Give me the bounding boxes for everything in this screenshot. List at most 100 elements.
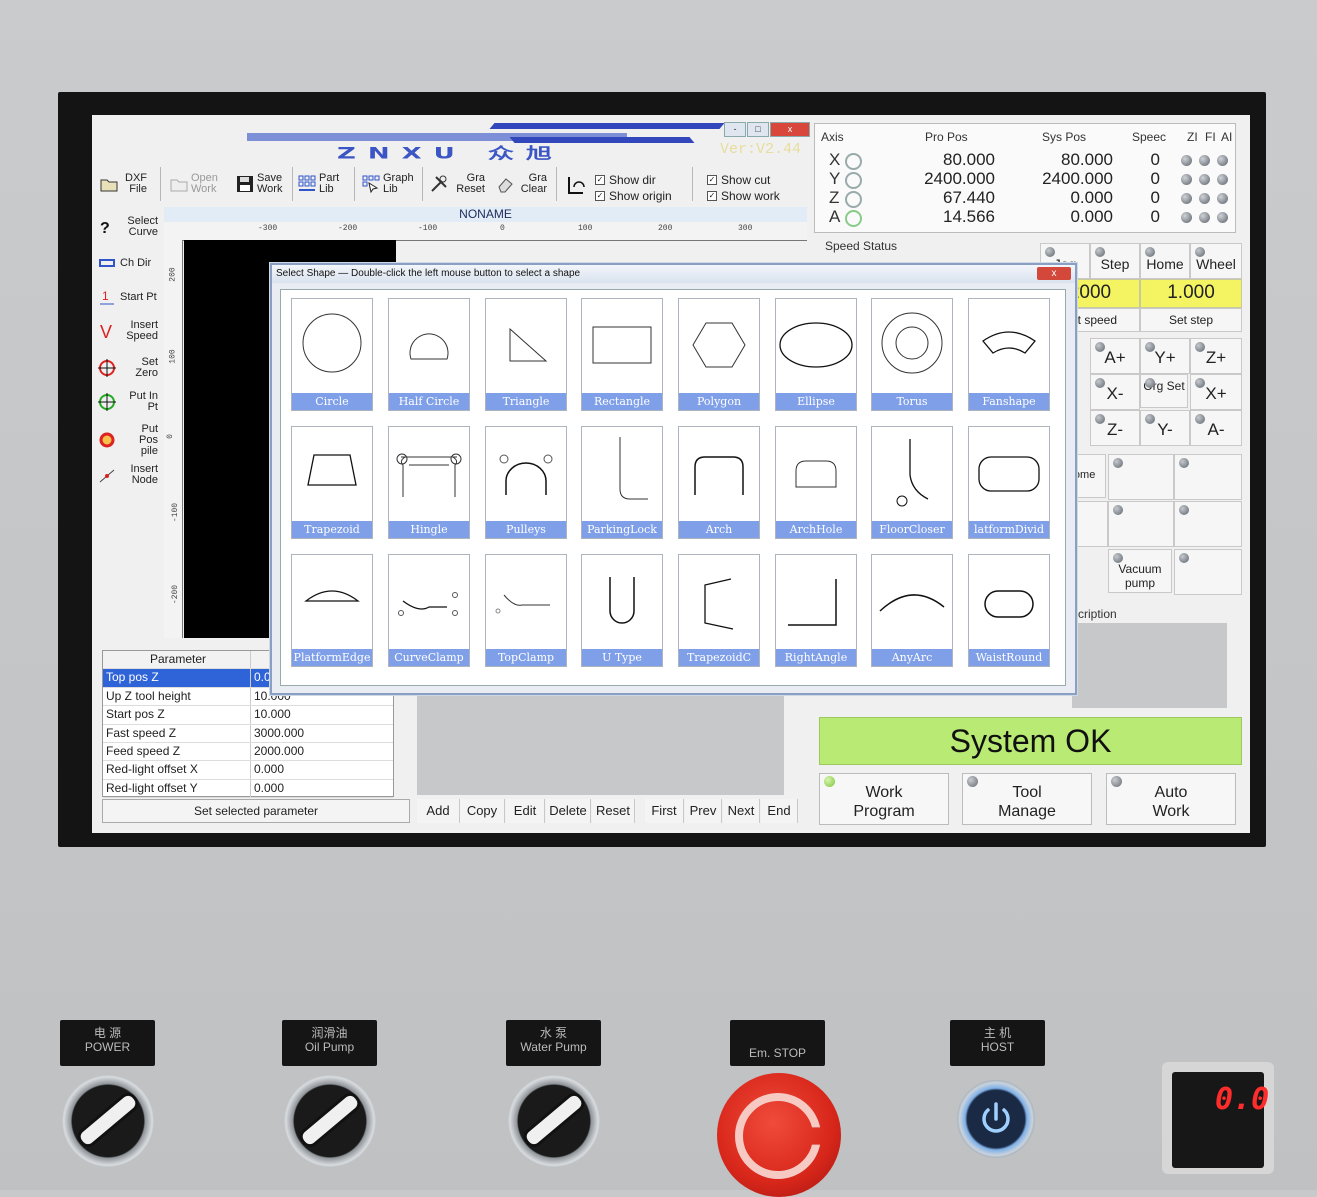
jog-a-plus-button[interactable]: A+ [1090,338,1140,374]
table-row[interactable]: Red-light offset Y 0.000 [103,779,393,799]
end-button[interactable]: End [761,799,798,823]
start-point-button[interactable]: 1 Start Pt [98,281,158,313]
step-mode-button[interactable]: Step [1090,243,1140,279]
shape-rectangle[interactable]: Rectangle [581,298,663,411]
jog-y-plus-button[interactable]: Y+ [1140,338,1190,374]
maximize-button[interactable]: □ [747,122,769,137]
home-mode-button[interactable]: Home [1140,243,1190,279]
shape-topclamp[interactable]: TopClamp [485,554,567,667]
auto-work-button[interactable]: Auto Work [1106,773,1236,825]
jog-z-plus-button[interactable]: Z+ [1190,338,1242,374]
anyarc-shape-icon [879,594,945,612]
work-program-button[interactable]: Work Program [819,773,949,825]
jog-x-minus-button[interactable]: X- [1090,374,1140,410]
shape-hingle[interactable]: Hingle [388,426,470,539]
shape-torus[interactable]: Torus [871,298,953,411]
jog-y-minus-button[interactable]: Y- [1140,410,1190,446]
put-pos-pile-button[interactable]: Put Pos pile [98,423,158,456]
shape-floorcloser[interactable]: FloorCloser [871,426,953,539]
shape-circle[interactable]: Circle [291,298,373,411]
shape-archhole[interactable]: ArchHole [775,426,857,539]
shape-arch[interactable]: Arch [678,426,760,539]
insert-node-button[interactable]: Insert Node [98,459,158,491]
copy-button[interactable]: Copy [460,799,505,823]
rotary-knob[interactable] [508,1075,600,1167]
shape-fanshape[interactable]: Fanshape [968,298,1050,411]
function-button-6[interactable] [1174,501,1242,547]
jog-z-minus-button[interactable]: Z- [1090,410,1140,446]
shape-u-type[interactable]: U Type [581,554,663,667]
shape-platformdivid[interactable]: latformDivid [968,426,1050,539]
reset-button[interactable]: Reset [592,799,635,823]
table-row[interactable]: Red-light offset X 0.000 [103,761,393,780]
add-button[interactable]: Add [417,799,460,823]
shape-platformedge[interactable]: PlatformEdge [291,554,373,667]
change-dir-button[interactable]: Ch Dir [98,247,158,279]
shape-ellipse[interactable]: Ellipse [775,298,857,411]
select-curve-button[interactable]: ? Select Curve [98,211,158,243]
part-lib-button[interactable]: Part Lib [298,167,343,201]
topclamp-shape-icon [495,594,550,614]
vacuum-pump-button[interactable]: Vacuum pump [1108,549,1172,593]
set-parameter-button[interactable]: Set selected parameter [102,799,410,823]
tool-manage-button[interactable]: Tool Manage [962,773,1092,825]
show-origin-checkbox[interactable]: ✓ Show origin [595,189,672,203]
table-row[interactable]: Fast speed Z 3000.000 [103,724,393,743]
floppy-icon [237,176,253,192]
shape-trapezoidc[interactable]: TrapezoidC [678,554,760,667]
rotary-knob[interactable] [62,1075,154,1167]
power-switch[interactable]: 电 源 POWER [60,1020,155,1190]
graph-lib-button[interactable]: Graph Lib [362,167,415,201]
delete-button[interactable]: Delete [546,799,591,823]
edit-button[interactable]: Edit [506,799,545,823]
show-cut-checkbox[interactable]: ✓ Show cut [707,173,770,187]
status-led [1181,174,1192,185]
show-work-checkbox[interactable]: ✓ Show work [707,189,780,203]
prev-button[interactable]: Prev [685,799,722,823]
water-pump-switch[interactable]: 水 泵 Water Pump [506,1020,601,1190]
meter-reading: 0.0 [1215,1082,1270,1117]
show-dir-checkbox[interactable]: ✓ Show dir [595,173,656,187]
open-work-button[interactable]: Open Work [170,167,223,201]
shape-waistround[interactable]: WaistRound [968,554,1050,667]
shape-triangle[interactable]: Triangle [485,298,567,411]
set-zero-button[interactable]: Set Zero [98,352,158,384]
path-direction-icon[interactable] [566,173,588,197]
jog-x-plus-button[interactable]: X+ [1190,374,1242,410]
shape-polygon[interactable]: Polygon [678,298,760,411]
status-led [1217,174,1228,185]
step-value-field[interactable]: 1.000 [1140,279,1242,308]
first-button[interactable]: First [645,799,684,823]
table-row[interactable]: Feed speed Z 2000.000 [103,742,393,762]
dxf-file-button[interactable]: DXF File [100,167,147,201]
gra-clear-button[interactable]: Gra Clear [496,167,547,201]
save-work-button[interactable]: Save Work [236,167,287,201]
shape-curveclamp[interactable]: CurveClamp [388,554,470,667]
circle-shape-icon [302,313,362,373]
set-step-button[interactable]: Set step [1140,308,1242,332]
fanshape-shape-icon [982,331,1036,354]
function-button-3[interactable] [1174,454,1242,500]
function-button-5[interactable] [1108,501,1174,547]
next-button[interactable]: Next [723,799,760,823]
close-button[interactable]: x [770,122,810,137]
put-in-point-button[interactable]: Put In Pt [98,386,158,418]
shape-parkinglock[interactable]: ParkingLock [581,426,663,539]
function-button-8[interactable] [1174,549,1242,595]
shape-anyarc[interactable]: AnyArc [871,554,953,667]
table-row[interactable]: Start pos Z 10.000 [103,706,393,725]
oil-pump-switch[interactable]: 润滑油 Oil Pump [282,1020,377,1190]
org-set-button[interactable]: Org Set [1140,374,1188,408]
jog-a-minus-button[interactable]: A- [1190,410,1242,446]
gra-reset-button[interactable]: Gra Reset [430,167,485,201]
wheel-mode-button[interactable]: Wheel [1190,243,1242,279]
shape-trapezoid[interactable]: Trapezoid [291,426,373,539]
shape-pulleys[interactable]: Pulleys [485,426,567,539]
function-button-2[interactable] [1108,454,1174,500]
dialog-close-button[interactable]: x [1037,267,1071,280]
insert-speed-button[interactable]: V Insert Speed [98,315,158,347]
minimize-button[interactable]: - [724,122,746,137]
shape-rightangle[interactable]: RightAngle [775,554,857,667]
rotary-knob[interactable] [284,1075,376,1167]
shape-half-circle[interactable]: Half Circle [388,298,470,411]
